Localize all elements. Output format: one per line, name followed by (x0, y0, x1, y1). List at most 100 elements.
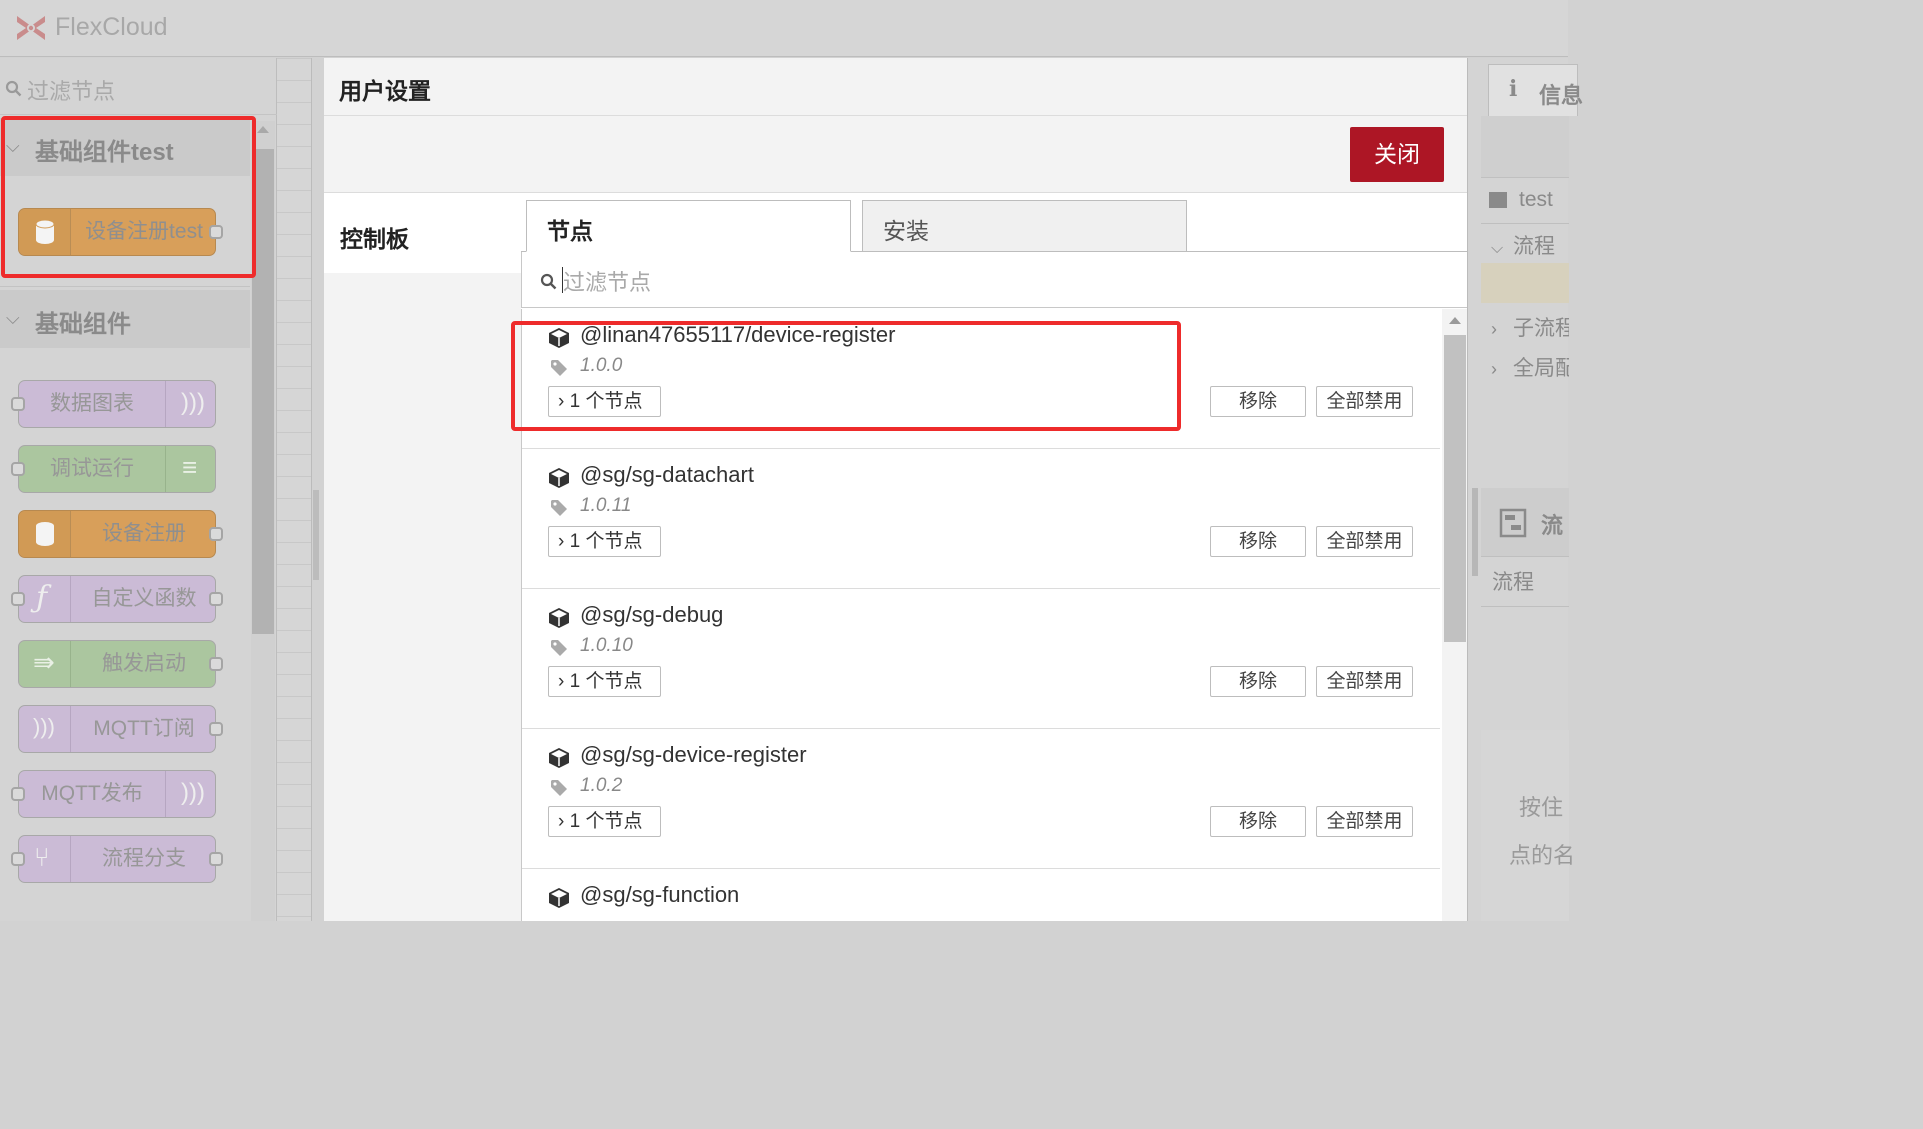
arrow-right-icon: ⇛ (33, 647, 55, 677)
sidebar-splitter[interactable] (1472, 488, 1478, 576)
node-label: MQTT订阅 (93, 717, 195, 740)
package-version: 1.0.11 (580, 495, 632, 516)
divider (0, 286, 250, 287)
app-brand: FlexCloud (55, 13, 168, 41)
database-icon (36, 522, 54, 546)
remove-button[interactable]: 移除 (1210, 806, 1306, 837)
node-label: 调试运行 (50, 457, 134, 480)
tag-icon (551, 500, 567, 516)
sidebar-item-flows[interactable]: ⌵ 流程 (1481, 230, 1569, 260)
sidebar-item-global[interactable]: ›全局配置 (1481, 352, 1569, 382)
package-name: @sg/sg-debug (580, 602, 724, 627)
divider (1481, 556, 1569, 557)
node-icon-area (19, 511, 71, 557)
node-icon-area: ≡ (165, 446, 217, 492)
app-header: FlexCloud (0, 0, 1568, 57)
palette-search[interactable]: 过滤节点 (0, 58, 277, 115)
category-header-basic[interactable]: ⌵ 基础组件 (0, 290, 250, 348)
sidebar-item-subflows[interactable]: › 子流程 (1481, 312, 1569, 342)
scroll-up-icon[interactable] (1449, 317, 1461, 324)
help-text-line1: 按住 (1519, 795, 1564, 820)
node-label: MQTT发布 (41, 782, 143, 805)
tab-nodes[interactable]: 节点 (526, 200, 851, 252)
flow-canvas[interactable] (277, 58, 312, 921)
splitter-handle[interactable] (313, 490, 319, 580)
list-icon: ≡ (182, 452, 198, 482)
nav-item-palette[interactable]: 控制板 (324, 193, 521, 273)
palette-node-function[interactable]: ƒ 自定义函数 (11, 575, 223, 623)
tab-info-label: 信息 (1539, 83, 1584, 108)
node-count-toggle[interactable]: › 1 个节点 (548, 806, 661, 837)
palette-node-switch[interactable]: ⑂ 流程分支 (11, 835, 223, 883)
close-button[interactable]: 关闭 (1350, 127, 1444, 182)
node-label: 流程分支 (102, 847, 186, 870)
node-label: 数据图表 (50, 392, 134, 415)
palette-node-mqtt-in[interactable]: ))) MQTT订阅 (18, 705, 223, 753)
disable-all-button[interactable]: 全部禁用 (1316, 806, 1413, 837)
package-item: @sg/sg-function (522, 869, 1440, 921)
palette-node-inject[interactable]: ⇛ 触发启动 (18, 640, 223, 688)
tab-info[interactable]: i 信息 (1488, 64, 1583, 116)
scroll-up-icon[interactable] (257, 126, 269, 133)
output-port[interactable] (209, 527, 223, 541)
sidebar-section-header: 流 (1481, 488, 1569, 556)
node-filter-input[interactable]: 过滤节点 (521, 252, 1467, 308)
package-list-scrollbar[interactable] (1442, 309, 1467, 921)
category-label: 基础组件 (35, 311, 131, 338)
remove-button[interactable]: 移除 (1210, 386, 1306, 417)
search-icon (540, 273, 557, 290)
package-icon (549, 608, 569, 628)
palette-node-debug[interactable]: 调试运行 ≡ (11, 445, 217, 493)
package-icon (549, 888, 569, 908)
tag-icon (551, 640, 567, 656)
info-icon: i (1509, 76, 1518, 102)
disable-all-button[interactable]: 全部禁用 (1316, 386, 1413, 417)
remove-button[interactable]: 移除 (1210, 526, 1306, 557)
disable-all-button[interactable]: 全部禁用 (1316, 526, 1413, 557)
disable-all-button[interactable]: 全部禁用 (1316, 666, 1413, 697)
sidebar-item-test[interactable]: test (1481, 188, 1569, 212)
output-port[interactable] (209, 657, 223, 671)
sidebar-selected-row[interactable] (1481, 263, 1569, 303)
right-sidebar: i 信息 test ⌵流程 ›子流程 ›全局配置 流 流程 按住 点的名 (1467, 58, 1583, 921)
node-icon-area: ))) (165, 771, 217, 817)
chevron-right-icon: › (1491, 319, 1497, 339)
node-count-toggle[interactable]: › 1 个节点 (548, 666, 661, 697)
section-title-fragment: 流 (1541, 513, 1564, 538)
palette-manager: 节点 安装 过滤节点 @linan47655117/device-registe… (511, 193, 1467, 921)
node-palette: 过滤节点 ⌵ 基础组件test 设备注册test ⌵ 基础组件 数据图表)))… (0, 58, 277, 921)
sidebar-toolbar (1481, 116, 1569, 178)
output-port[interactable] (209, 852, 223, 866)
package-version: 1.0.2 (580, 775, 623, 796)
palette-node-mqtt-out[interactable]: MQTT发布 ))) (11, 770, 217, 818)
package-version: 1.0.10 (580, 635, 633, 656)
scroll-thumb[interactable] (1444, 335, 1466, 642)
palette-node-device-register[interactable]: 设备注册 (18, 510, 223, 558)
chevron-down-icon: ⌵ (1491, 240, 1504, 257)
sidebar-flow-label: 流程 (1492, 571, 1534, 594)
filter-placeholder: 过滤节点 (563, 270, 652, 295)
node-label: 触发启动 (102, 652, 186, 675)
remove-button[interactable]: 移除 (1210, 666, 1306, 697)
tab-install[interactable]: 安装 (862, 200, 1187, 252)
node-label: 自定义函数 (91, 587, 197, 610)
palette-node-datachart[interactable]: 数据图表 ))) (11, 380, 216, 428)
archive-icon (1489, 192, 1507, 208)
package-item: @sg/sg-device-register 1.0.2 › 1 个节点 移除 … (522, 729, 1440, 869)
node-count-toggle[interactable]: › 1 个节点 (548, 526, 661, 557)
highlight-box-package (511, 321, 1181, 431)
package-item: @sg/sg-datachart 1.0.11 › 1 个节点 移除 全部禁用 (522, 449, 1440, 589)
wave-icon: ))) (33, 714, 55, 739)
output-port[interactable] (209, 592, 223, 606)
highlight-box-palette (1, 116, 256, 278)
package-icon (549, 748, 569, 768)
package-name: @sg/sg-function (580, 882, 740, 907)
output-port[interactable] (209, 722, 223, 736)
search-icon (5, 80, 22, 97)
user-settings-dialog: 用户设置 关闭 控制板 节点 安装 过滤节点 @linan47655117/de… (324, 58, 1467, 921)
function-icon: ƒ (36, 580, 48, 615)
node-icon-area: ⑂ (19, 836, 71, 882)
flexcloud-logo-icon (17, 16, 45, 40)
tag-icon (551, 780, 567, 796)
chevron-right-icon: › (1491, 359, 1497, 379)
